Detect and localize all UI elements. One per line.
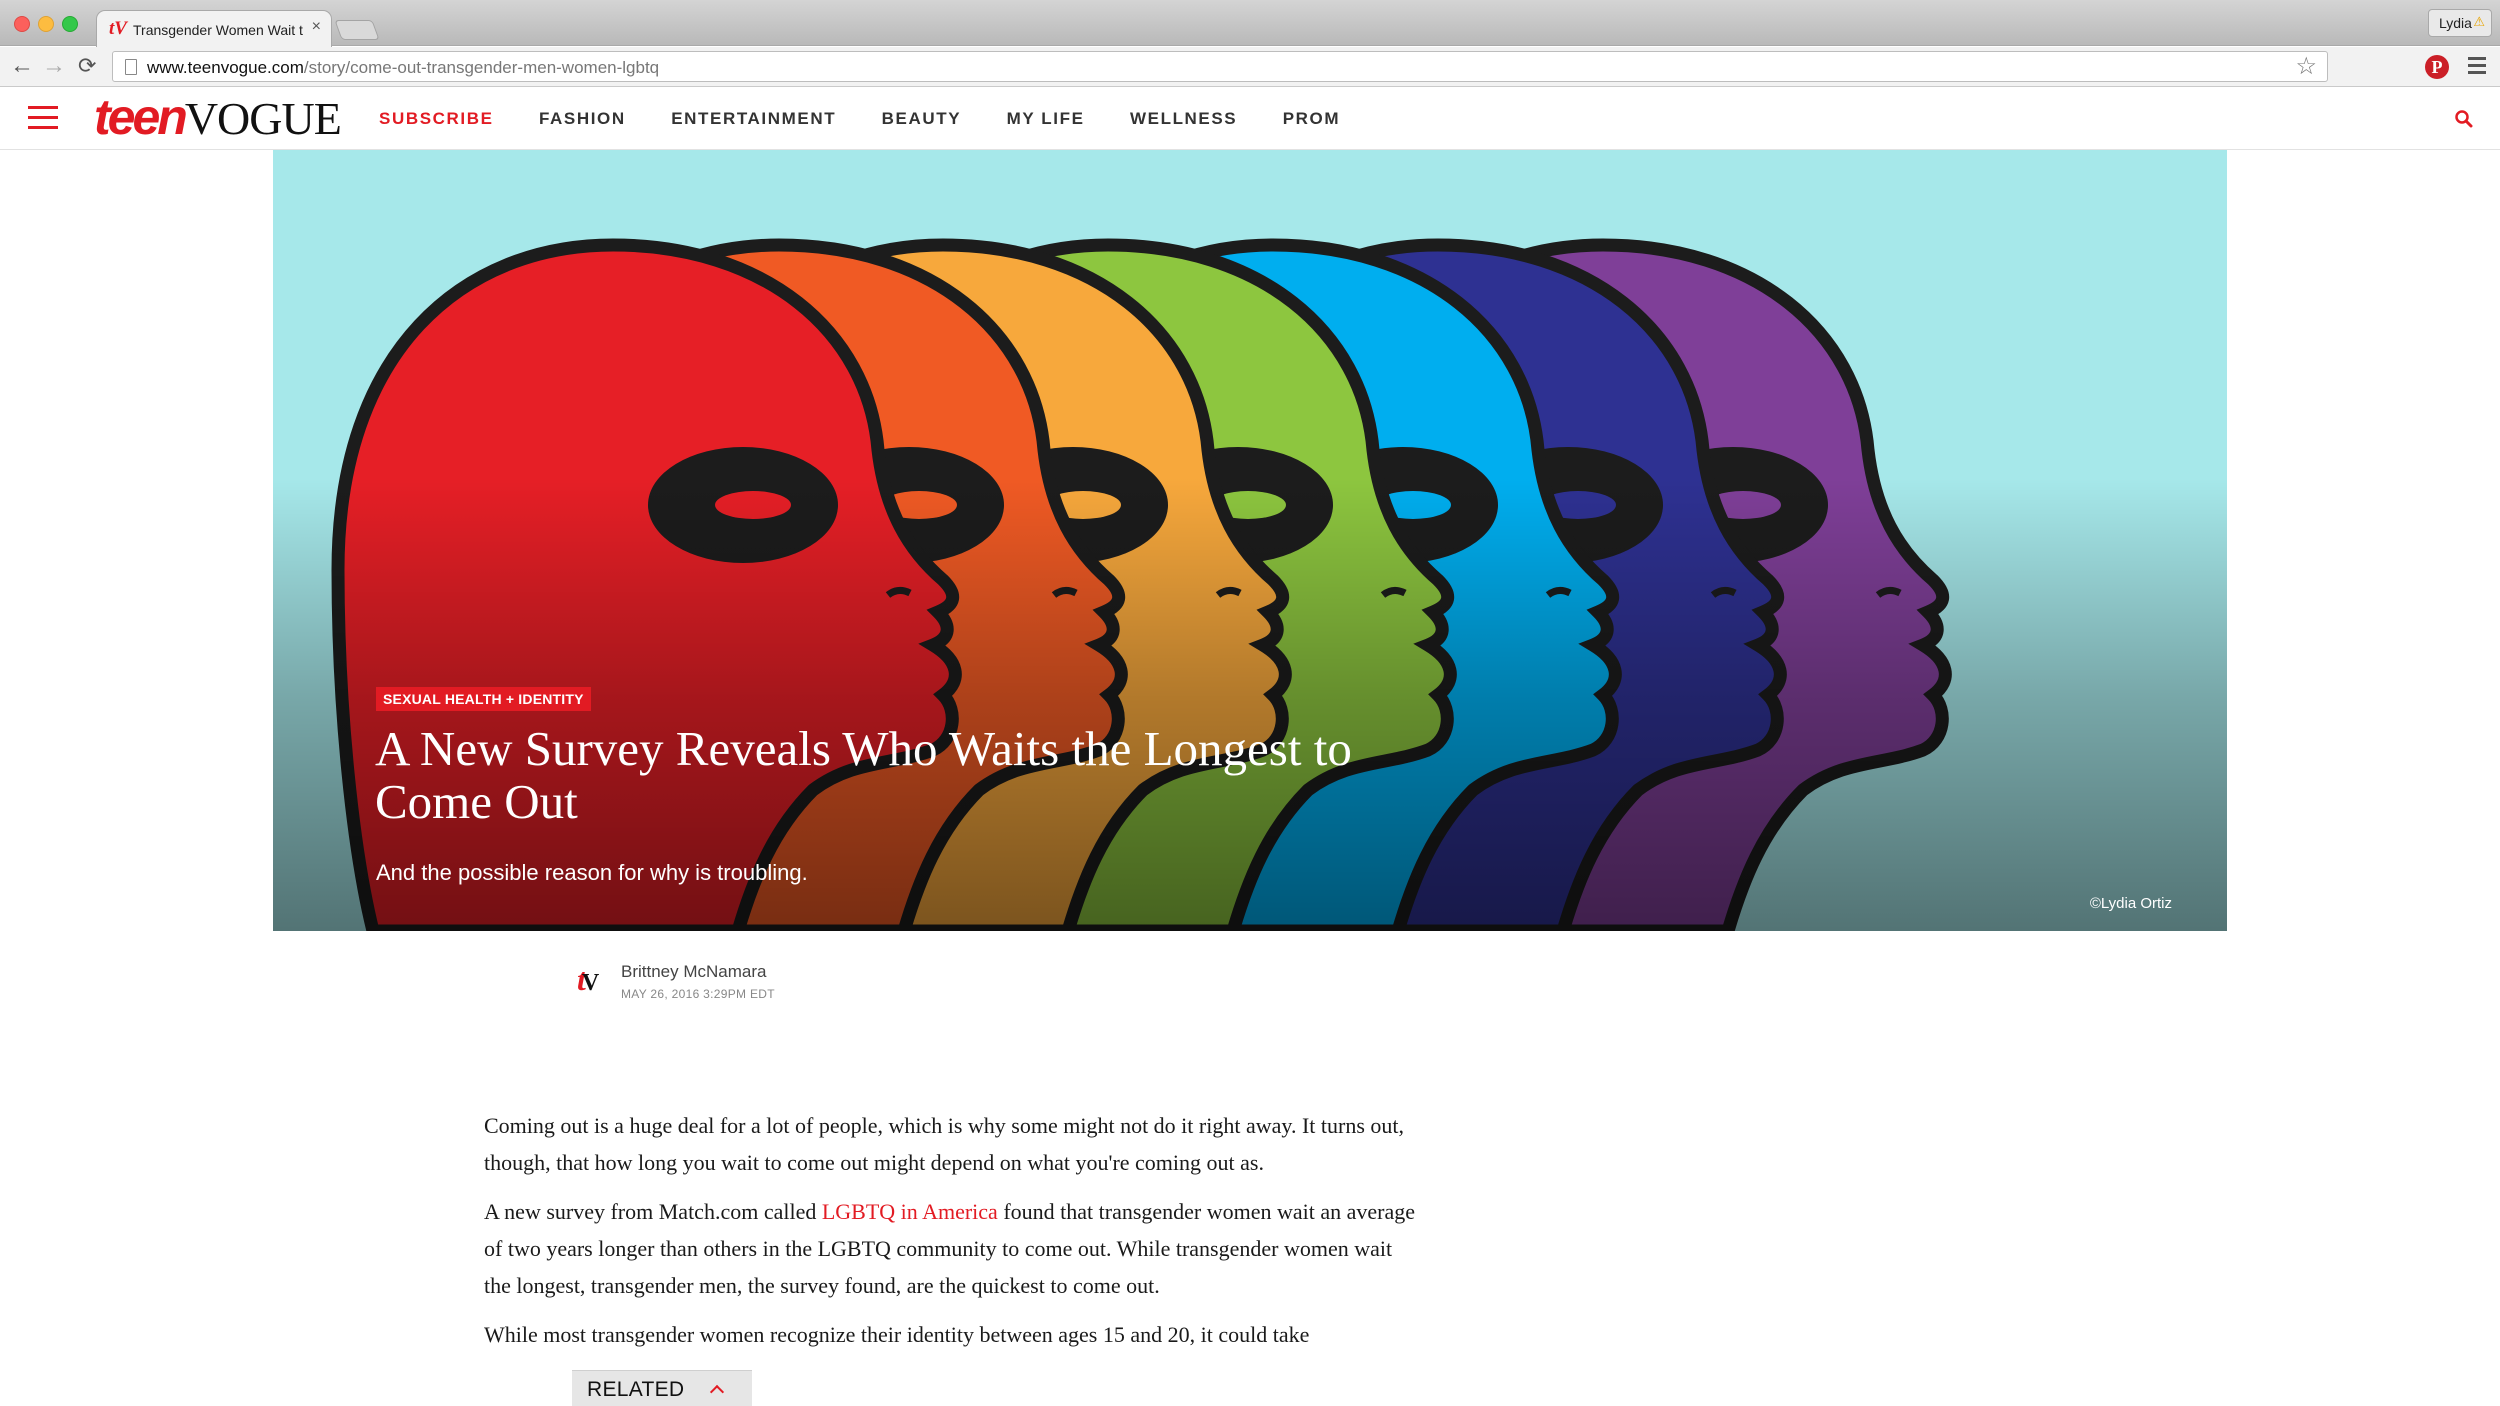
- forward-arrow-icon[interactable]: →: [42, 52, 66, 80]
- nav-fashion[interactable]: FASHION: [539, 109, 626, 129]
- profile-name: Lydia: [2439, 15, 2472, 31]
- article-body: Coming out is a huge deal for a lot of p…: [484, 1107, 1419, 1365]
- teen-vogue-favicon-icon: tV: [109, 18, 127, 39]
- photo-credit: ©Lydia Ortiz: [2089, 895, 2172, 912]
- chevron-up-icon: [709, 1384, 725, 1400]
- back-arrow-icon[interactable]: ←: [10, 52, 34, 80]
- warning-icon: ⚠: [2473, 14, 2485, 29]
- lgbtq-in-america-link[interactable]: LGBTQ in America: [822, 1199, 998, 1224]
- url-text[interactable]: www.teenvogue.com/story/come-out-transge…: [147, 58, 659, 78]
- page-icon: [125, 59, 137, 75]
- related-label: RELATED: [587, 1378, 685, 1401]
- tab-close-icon[interactable]: ×: [312, 19, 321, 35]
- category-tag[interactable]: SEXUAL HEALTH + IDENTITY: [376, 687, 591, 711]
- author-avatar-logo: tV: [577, 961, 600, 997]
- reload-icon[interactable]: ⟳: [78, 52, 96, 80]
- pinterest-extension-icon[interactable]: P: [2425, 55, 2449, 79]
- browser-tab-active[interactable]: tV Transgender Women Wait the Longest ×: [96, 10, 332, 47]
- address-bar[interactable]: www.teenvogue.com/story/come-out-transge…: [112, 51, 2328, 82]
- nav-entertainment[interactable]: ENTERTAINMENT: [671, 109, 836, 129]
- search-icon[interactable]: [2453, 108, 2475, 130]
- new-tab-button[interactable]: [334, 20, 380, 40]
- browser-menu-icon[interactable]: [2468, 57, 2486, 78]
- site-header: teenVOGUE SUBSCRIBE FASHION ENTERTAINMEN…: [0, 88, 2500, 150]
- publish-date: MAY 26, 2016 3:29PM EDT: [621, 987, 775, 1001]
- author-name[interactable]: Brittney McNamara: [621, 962, 766, 982]
- article-paragraph: A new survey from Match.com called LGBTQ…: [484, 1199, 1416, 1298]
- zoom-window-button[interactable]: [62, 16, 78, 32]
- article-title: A New Survey Reveals Who Waits the Longe…: [375, 721, 1352, 829]
- teen-vogue-logo[interactable]: teenVOGUE: [94, 92, 342, 144]
- profile-button[interactable]: Lydia ⚠: [2428, 9, 2492, 37]
- article-paragraph: Coming out is a huge deal for a lot of p…: [484, 1113, 1404, 1175]
- hamburger-menu-icon[interactable]: [28, 106, 58, 136]
- bookmark-star-icon[interactable]: ☆: [2295, 54, 2317, 80]
- nav-beauty[interactable]: BEAUTY: [882, 109, 962, 129]
- related-drawer-button[interactable]: RELATED: [572, 1370, 752, 1406]
- close-window-button[interactable]: [14, 16, 30, 32]
- nav-subscribe[interactable]: SUBSCRIBE: [379, 109, 494, 129]
- nav-wellness[interactable]: WELLNESS: [1130, 109, 1237, 129]
- nav-my-life[interactable]: MY LIFE: [1007, 109, 1085, 129]
- minimize-window-button[interactable]: [38, 16, 54, 32]
- tab-title: Transgender Women Wait the Longest: [133, 22, 303, 38]
- main-nav: SUBSCRIBE FASHION ENTERTAINMENT BEAUTY M…: [379, 109, 1381, 129]
- article-paragraph: While most transgender women recognize t…: [484, 1322, 1310, 1347]
- hero-image[interactable]: SEXUAL HEALTH + IDENTITY A New Survey Re…: [273, 150, 2227, 931]
- nav-prom[interactable]: PROM: [1283, 109, 1340, 129]
- browser-titlebar: tV Transgender Women Wait the Longest × …: [0, 0, 2500, 47]
- browser-toolbar: ← → ⟳ www.teenvogue.com/story/come-out-t…: [0, 47, 2500, 87]
- article-dek: And the possible reason for why is troub…: [376, 860, 808, 885]
